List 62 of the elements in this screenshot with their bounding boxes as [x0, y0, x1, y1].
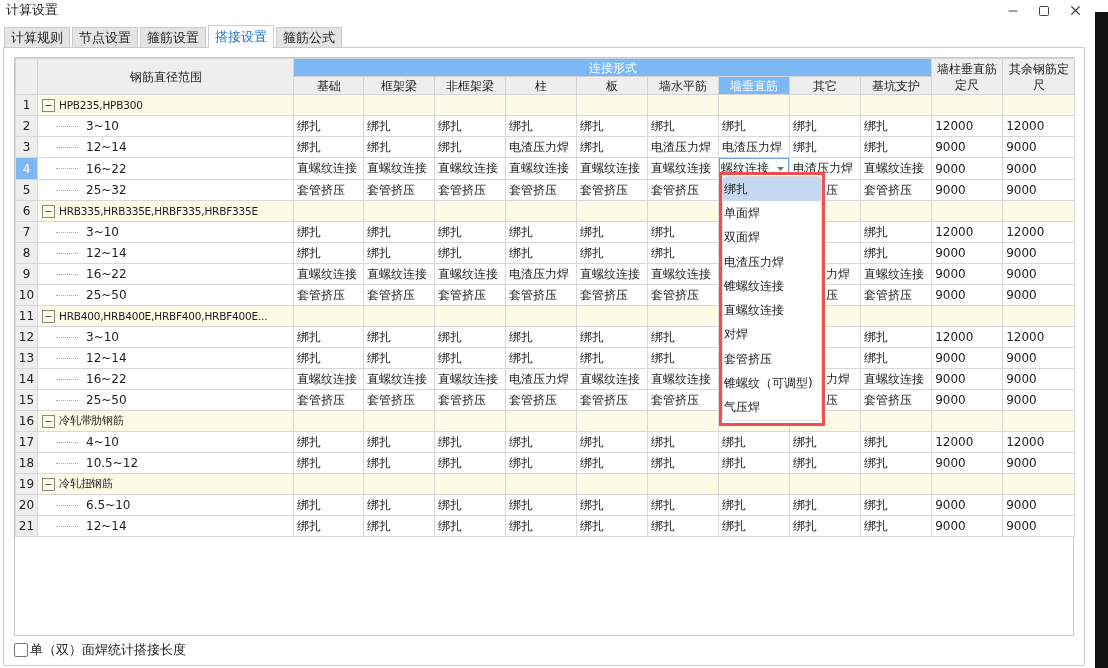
size-range: 16~22	[86, 161, 127, 176]
row-number: 14	[15, 368, 38, 390]
dropdown-option[interactable]: 绑扎	[723, 177, 821, 202]
collapse-icon[interactable]	[42, 477, 55, 491]
row-number: 21	[15, 515, 38, 537]
collapse-icon[interactable]	[42, 414, 55, 428]
group-header: 连接形式	[293, 58, 932, 77]
size-range: 12~14	[86, 246, 127, 260]
column-header: 钢筋直径范围	[37, 58, 294, 95]
row-number: 9	[15, 263, 38, 285]
tab[interactable]: 箍筋设置	[140, 27, 206, 47]
close-icon[interactable]	[1068, 3, 1083, 18]
group-label: HRB335,HRB335E,HRBF335,HRBF335E	[59, 205, 258, 217]
collapse-icon[interactable]	[42, 204, 55, 218]
size-range: 3~10	[86, 225, 119, 239]
size-range: 3~10	[86, 330, 119, 344]
tab[interactable]: 节点设置	[72, 27, 138, 47]
row-number: 13	[15, 347, 38, 369]
row-number: 1	[15, 94, 38, 116]
row-number: 12	[15, 326, 38, 348]
size-range: 12~14	[86, 140, 127, 154]
collapse-icon[interactable]	[42, 98, 55, 112]
window-title: 计算设置	[6, 2, 58, 18]
group-label: 冷轧带肋钢筋	[59, 414, 124, 428]
row-number: 2	[15, 115, 38, 137]
group-label: HPB235,HPB300	[59, 99, 143, 111]
tab[interactable]: 搭接设置	[208, 25, 274, 48]
group-label: HRB400,HRB400E,HRBF400,HRBF400E...	[59, 310, 268, 322]
collapse-icon[interactable]	[42, 309, 55, 323]
group-label: 冷轧扭钢筋	[59, 477, 113, 491]
tab[interactable]: 计算规则	[4, 27, 70, 47]
checkbox-label: 单（双）面焊统计搭接长度	[30, 641, 186, 659]
row-number: 6	[15, 200, 38, 222]
row-number: 8	[15, 242, 38, 264]
row-number: 15	[15, 389, 38, 411]
row-number: 11	[15, 305, 38, 327]
size-range: 25~32	[86, 183, 127, 197]
size-range: 16~22	[86, 372, 127, 386]
checkbox[interactable]	[14, 643, 28, 657]
size-range: 10.5~12	[86, 456, 139, 470]
maximize-icon[interactable]	[1038, 4, 1050, 17]
column-header: 其余钢筋定尺	[1002, 58, 1075, 95]
size-range: 12~14	[86, 519, 127, 533]
size-range: 25~50	[86, 288, 127, 302]
row-number: 4	[15, 157, 38, 180]
size-range: 4~10	[86, 435, 119, 449]
row-number: 17	[15, 431, 38, 453]
size-range: 3~10	[86, 119, 119, 133]
row-number: 16	[15, 410, 38, 432]
size-range: 16~22	[86, 267, 127, 281]
row-number: 18	[15, 452, 38, 474]
row-number: 19	[15, 473, 38, 495]
size-range: 12~14	[86, 351, 127, 365]
row-number: 3	[15, 136, 38, 158]
row-number: 10	[15, 284, 38, 306]
row-number: 5	[15, 179, 38, 201]
size-range: 6.5~10	[86, 498, 131, 512]
size-range: 25~50	[86, 393, 127, 407]
row-number: 7	[15, 221, 38, 243]
row-number: 20	[15, 494, 38, 516]
column-header: 墙柱垂直筋定尺	[931, 58, 1003, 95]
tab[interactable]: 箍筋公式	[276, 27, 342, 47]
